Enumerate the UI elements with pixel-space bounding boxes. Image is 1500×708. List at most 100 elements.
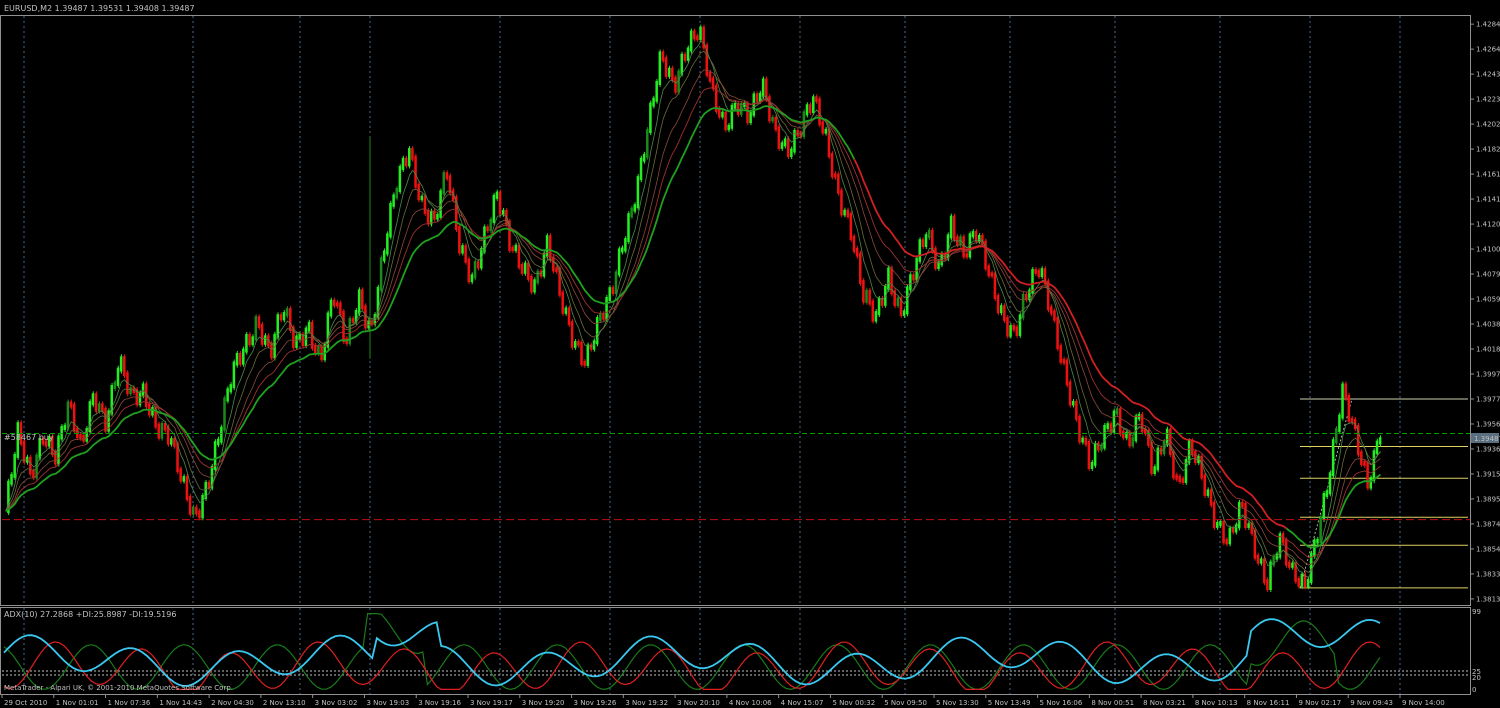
bear-candle[interactable]: [1203, 474, 1207, 496]
bull-candle[interactable]: [182, 476, 186, 482]
bull-candle[interactable]: [151, 407, 154, 416]
bull-candle[interactable]: [141, 383, 145, 397]
bull-candle[interactable]: [533, 279, 536, 293]
bull-candle[interactable]: [113, 381, 117, 390]
bear-candle[interactable]: [104, 407, 107, 432]
bull-candle[interactable]: [771, 116, 774, 122]
bear-candle[interactable]: [188, 495, 192, 515]
bull-candle[interactable]: [761, 78, 765, 97]
bear-candle[interactable]: [29, 456, 32, 475]
bull-candle[interactable]: [1106, 423, 1109, 429]
bear-candle[interactable]: [589, 344, 593, 350]
bull-candle[interactable]: [220, 426, 223, 443]
trading-terminal-chart[interactable]: 1.42845 1.42640 1.42435 1.42230 1.42025 1.418…: [0, 0, 1500, 708]
bull-candle[interactable]: [1009, 325, 1012, 337]
bull-candle[interactable]: [489, 218, 492, 232]
bear-candle[interactable]: [693, 30, 696, 40]
bear-candle[interactable]: [1065, 359, 1069, 386]
bear-candle[interactable]: [1015, 326, 1019, 336]
bull-candle[interactable]: [245, 333, 248, 353]
bull-candle[interactable]: [116, 367, 120, 386]
bear-candle[interactable]: [257, 316, 261, 328]
bear-candle[interactable]: [486, 226, 489, 232]
bear-candle[interactable]: [561, 291, 564, 314]
bull-candle[interactable]: [285, 308, 289, 317]
bear-candle[interactable]: [1262, 558, 1266, 584]
bull-candle[interactable]: [652, 97, 655, 107]
bear-candle[interactable]: [1068, 381, 1072, 406]
bear-candle[interactable]: [796, 130, 799, 137]
bear-candle[interactable]: [185, 476, 189, 500]
bull-candle[interactable]: [824, 128, 828, 134]
bear-candle[interactable]: [1087, 440, 1091, 469]
bull-candle[interactable]: [649, 102, 652, 134]
bull-candle[interactable]: [501, 209, 505, 215]
bull-candle[interactable]: [812, 96, 815, 114]
bear-candle[interactable]: [1366, 461, 1369, 489]
bear-candle[interactable]: [1050, 306, 1053, 315]
bull-candle[interactable]: [884, 285, 887, 306]
bull-candle[interactable]: [461, 245, 464, 254]
bull-candle[interactable]: [1369, 477, 1373, 489]
bear-candle[interactable]: [411, 148, 414, 160]
bull-candle[interactable]: [636, 176, 640, 209]
bear-candle[interactable]: [1344, 383, 1347, 400]
bull-candle[interactable]: [887, 267, 890, 290]
bull-candle[interactable]: [229, 384, 233, 393]
bull-candle[interactable]: [1325, 490, 1329, 497]
bull-candle[interactable]: [689, 30, 693, 52]
bull-candle[interactable]: [1134, 415, 1138, 442]
bear-candle[interactable]: [965, 253, 968, 258]
bear-candle[interactable]: [445, 172, 449, 180]
bull-candle[interactable]: [1313, 539, 1316, 557]
bear-candle[interactable]: [332, 299, 336, 307]
bull-candle[interactable]: [586, 344, 590, 366]
bear-candle[interactable]: [1097, 442, 1100, 451]
bull-candle[interactable]: [436, 213, 439, 220]
bull-candle[interactable]: [896, 297, 900, 307]
bull-candle[interactable]: [865, 289, 868, 303]
bear-candle[interactable]: [76, 427, 79, 439]
bull-candle[interactable]: [1291, 562, 1294, 568]
bull-candle[interactable]: [1259, 558, 1263, 564]
bull-candle[interactable]: [169, 438, 173, 445]
bull-candle[interactable]: [614, 271, 618, 295]
bull-candle[interactable]: [1372, 450, 1376, 482]
bull-candle[interactable]: [924, 234, 928, 248]
bull-candle[interactable]: [1322, 492, 1326, 520]
bull-candle[interactable]: [379, 257, 383, 291]
bear-candle[interactable]: [1056, 316, 1059, 350]
bull-candle[interactable]: [216, 438, 220, 446]
bull-candle[interactable]: [523, 262, 527, 274]
bull-candle[interactable]: [1040, 268, 1044, 278]
bull-candle[interactable]: [1269, 561, 1272, 591]
bear-candle[interactable]: [1053, 310, 1056, 321]
bull-candle[interactable]: [780, 142, 784, 149]
bull-candle[interactable]: [1216, 521, 1219, 528]
bear-candle[interactable]: [1075, 400, 1078, 420]
bull-candle[interactable]: [874, 311, 878, 322]
bull-candle[interactable]: [642, 153, 646, 162]
bull-candle[interactable]: [242, 348, 245, 365]
bear-candle[interactable]: [1241, 501, 1244, 507]
bull-candle[interactable]: [492, 194, 496, 223]
bull-candle[interactable]: [733, 102, 737, 109]
bear-candle[interactable]: [736, 102, 740, 116]
bull-candle[interactable]: [282, 312, 286, 321]
bear-candle[interactable]: [94, 393, 98, 412]
bull-candle[interactable]: [646, 129, 649, 158]
bear-candle[interactable]: [335, 302, 339, 307]
bear-candle[interactable]: [351, 318, 355, 323]
bull-candle[interactable]: [655, 80, 658, 102]
bull-candle[interactable]: [408, 148, 411, 167]
bear-candle[interactable]: [858, 252, 862, 284]
bull-candle[interactable]: [730, 104, 734, 129]
bull-candle[interactable]: [473, 261, 477, 279]
bull-candle[interactable]: [442, 172, 445, 195]
bear-candle[interactable]: [1222, 520, 1225, 544]
bull-candle[interactable]: [1341, 383, 1344, 419]
bear-candle[interactable]: [993, 272, 997, 300]
bear-candle[interactable]: [846, 209, 849, 218]
bear-candle[interactable]: [830, 153, 834, 178]
bull-candle[interactable]: [790, 148, 793, 158]
